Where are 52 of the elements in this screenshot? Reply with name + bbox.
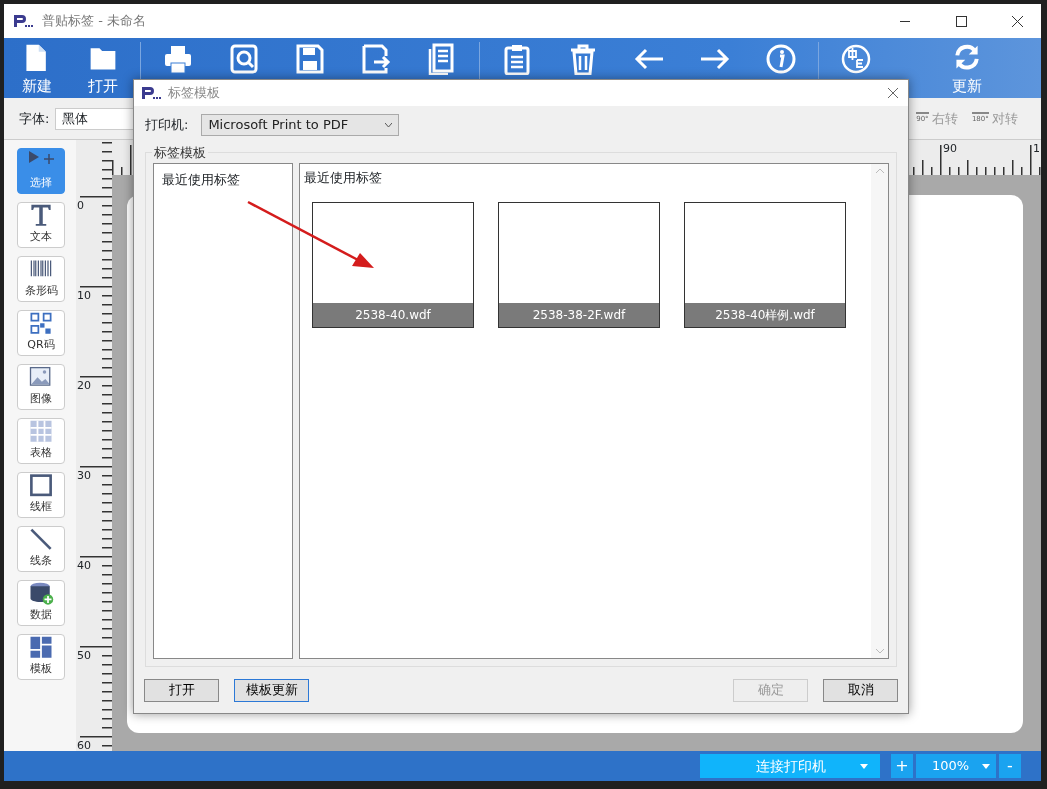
dialog-button[interactable]: 打开 xyxy=(144,678,219,702)
ruler-label: 20 xyxy=(77,378,91,394)
dialog-button[interactable]: 模板更新 xyxy=(234,678,309,702)
info-icon xyxy=(765,43,797,75)
scroll-down-icon xyxy=(875,649,884,654)
tool-button[interactable]: 表格 xyxy=(17,418,65,464)
tool-button[interactable]: 条形码 xyxy=(17,256,65,302)
caret-icon xyxy=(982,763,990,769)
toolbar-button[interactable]: 新建 xyxy=(4,38,70,98)
tool-button[interactable]: QR码 xyxy=(17,310,65,356)
caret-icon xyxy=(860,763,868,769)
maximize-icon[interactable] xyxy=(955,15,967,27)
ruler-label: 60 xyxy=(77,738,91,754)
category-item[interactable]: 最近使用标签 xyxy=(162,170,284,190)
ruler-label: 1 xyxy=(1033,141,1040,157)
printer-label: 打印机: xyxy=(145,116,189,135)
save-icon xyxy=(294,43,326,75)
tool-button[interactable]: 图像 xyxy=(17,364,65,410)
ruler-label: 50 xyxy=(77,648,91,664)
panel-title: 最近使用标签 xyxy=(304,169,382,187)
font-label: 字体: xyxy=(19,109,50,128)
chevron-icon xyxy=(385,123,393,127)
close-icon[interactable] xyxy=(1011,15,1023,27)
tool-button[interactable]: 文本 xyxy=(17,202,65,248)
template-thumbnail[interactable]: 2538-40.wdf xyxy=(312,201,474,328)
ruler-label: 90 xyxy=(943,141,957,157)
font-field[interactable]: 黑体 xyxy=(55,107,136,130)
window-title: 普贴标签 - 未命名 xyxy=(42,12,146,31)
ruler-label: 30 xyxy=(77,468,91,484)
tool-button[interactable]: 数据 xyxy=(17,580,65,626)
app-logo-icon xyxy=(140,86,162,100)
printer-icon xyxy=(162,43,194,75)
dialog-button[interactable]: 取消 xyxy=(823,678,898,702)
pointer-icon xyxy=(28,150,54,164)
ruler-label: 40 xyxy=(77,558,91,574)
preview-icon xyxy=(228,43,260,75)
template-thumbnail[interactable]: 2538-40样例.wdf xyxy=(684,201,846,328)
ruler-label: 0 xyxy=(77,198,84,214)
tool-button[interactable]: 模板 xyxy=(17,634,65,680)
ruler-label: 10 xyxy=(77,288,91,304)
save-as-icon xyxy=(360,43,392,75)
tool-button[interactable]: 线框 xyxy=(17,472,65,518)
printer-select[interactable]: Microsoft Print to PDF xyxy=(201,114,400,136)
scrollbar[interactable] xyxy=(871,164,888,658)
scroll-up-icon xyxy=(875,168,884,173)
toolbar-button[interactable]: 打开 xyxy=(70,38,136,98)
close-icon[interactable] xyxy=(888,88,898,98)
app-logo-icon xyxy=(12,14,34,28)
tool-button[interactable]: 线条 xyxy=(17,526,65,572)
language-icon xyxy=(840,43,872,75)
dialog-title: 标签模板 xyxy=(168,84,220,103)
template-thumbnail[interactable]: 2538-38-2F.wdf xyxy=(498,201,660,328)
